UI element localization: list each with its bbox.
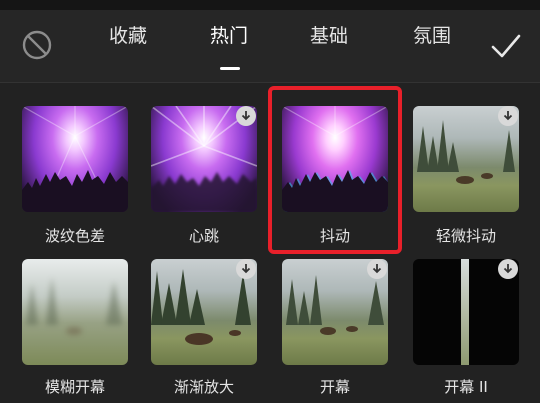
tab-favorites[interactable]: 收藏 bbox=[88, 22, 168, 50]
effect-label: 轻微抖动 bbox=[435, 227, 496, 245]
download-icon[interactable] bbox=[498, 106, 518, 126]
active-tab-indicator bbox=[220, 67, 240, 70]
no-effect-icon[interactable] bbox=[22, 30, 52, 60]
effect-thumb-ripple[interactable] bbox=[22, 106, 128, 212]
effect-label: 开幕 II bbox=[444, 378, 488, 396]
effect-label: 心跳 bbox=[188, 227, 219, 245]
download-icon[interactable] bbox=[236, 106, 256, 126]
tab-atmosphere[interactable]: 氛围 bbox=[392, 22, 472, 50]
effect-thumb-blur-open[interactable] bbox=[22, 259, 128, 365]
tab-divider bbox=[0, 82, 540, 83]
download-icon[interactable] bbox=[498, 259, 518, 279]
split-reveal-strip bbox=[461, 259, 469, 365]
effect-label: 模糊开幕 bbox=[44, 378, 105, 396]
effect-label: 渐渐放大 bbox=[173, 378, 234, 396]
download-icon[interactable] bbox=[236, 259, 256, 279]
checkmark-icon[interactable] bbox=[490, 32, 522, 60]
selected-effect-frame bbox=[268, 86, 402, 254]
effect-label: 波纹色差 bbox=[44, 227, 105, 245]
status-strip bbox=[0, 0, 540, 10]
download-icon[interactable] bbox=[367, 259, 387, 279]
tab-popular[interactable]: 热门 bbox=[189, 22, 269, 50]
tab-basic[interactable]: 基础 bbox=[289, 22, 369, 50]
effect-label: 开幕 bbox=[319, 378, 350, 396]
